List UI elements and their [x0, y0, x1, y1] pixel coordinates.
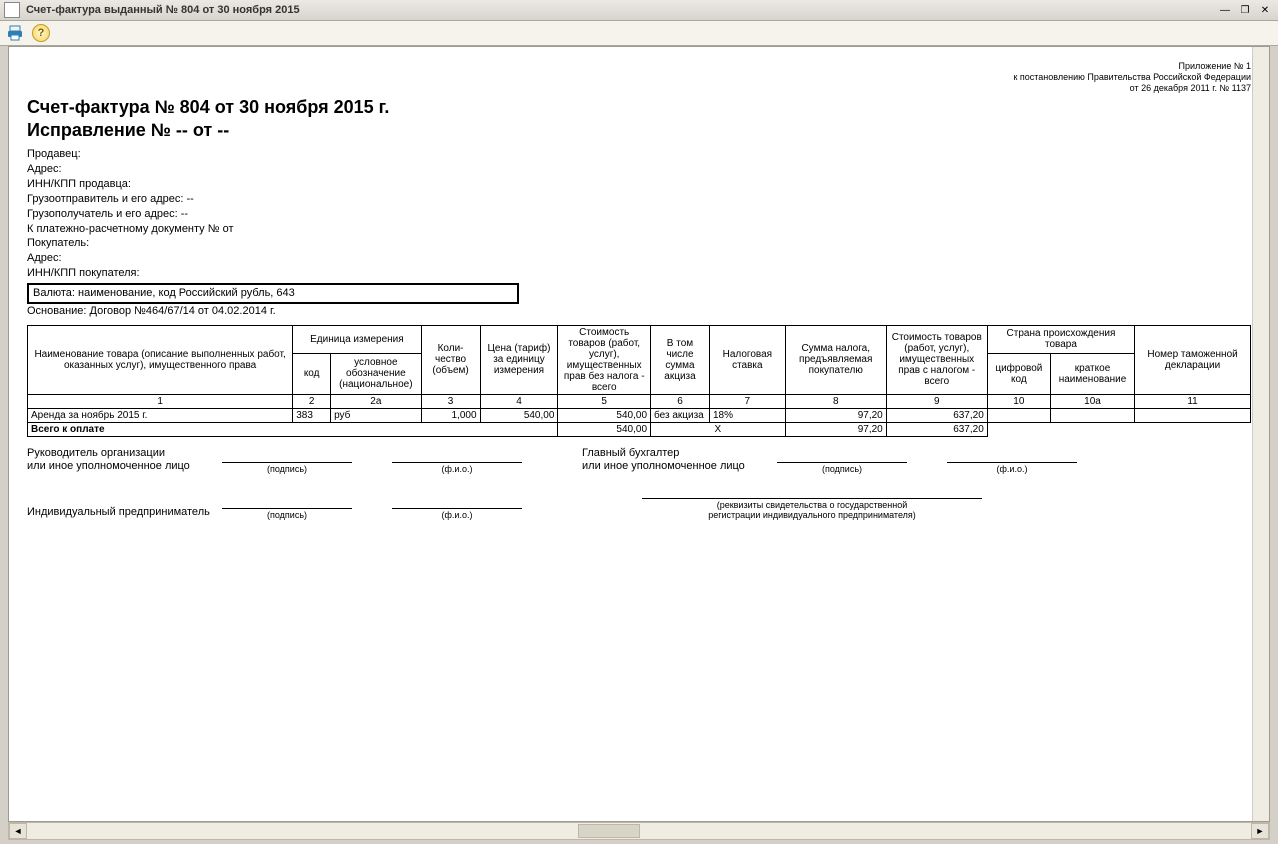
cell-tax-sum: 97,20 — [785, 408, 886, 422]
total-cost-with-tax: 637,20 — [886, 422, 987, 436]
acc-fio-line: (ф.и.о.) — [947, 462, 1077, 474]
entrepreneur-label: Индивидуальный предприниматель — [27, 506, 222, 520]
col-name: Наименование товара (описание выполненны… — [28, 325, 293, 394]
signatures-block: Руководитель организации или иное уполно… — [27, 447, 1251, 521]
ent-sig-line: (подпись) — [222, 508, 352, 520]
appendix-line2: к постановлению Правительства Российской… — [27, 72, 1251, 83]
total-label: Всего к оплате — [28, 422, 558, 436]
num-5: 5 — [558, 394, 651, 408]
cell-price: 540,00 — [480, 408, 558, 422]
cell-tax-rate: 18% — [709, 408, 785, 422]
cell-country-name — [1050, 408, 1134, 422]
consignee-line: Грузополучатель и его адрес: -- — [27, 207, 1251, 222]
document-correction: Исправление № -- от -- — [27, 120, 1251, 141]
col-cost-with-tax: Стоимость товаров (работ, услуг), имущес… — [886, 325, 987, 394]
num-2a: 2а — [331, 394, 422, 408]
head-fio-line: (ф.и.о.) — [392, 462, 522, 474]
col-country-name: краткое наименование — [1050, 353, 1134, 394]
num-1: 1 — [28, 394, 293, 408]
payment-doc-line: К платежно-расчетному документу № от — [27, 222, 1251, 237]
scroll-track[interactable] — [27, 823, 1251, 839]
seller-line: Продавец: — [27, 147, 1251, 162]
close-button[interactable]: ✕ — [1256, 3, 1274, 17]
col-qty: Коли- чество (объем) — [421, 325, 480, 394]
col-country-code: цифровой код — [987, 353, 1050, 394]
cell-excise: без акциза — [651, 408, 710, 422]
restore-button[interactable]: ❐ — [1236, 3, 1254, 17]
printer-icon — [7, 25, 23, 41]
total-excise-x: Х — [651, 422, 786, 436]
appendix-note: Приложение № 1 к постановлению Правитель… — [27, 61, 1251, 93]
buyer-line: Покупатель: — [27, 236, 1251, 251]
num-8: 8 — [785, 394, 886, 408]
cell-cost-no-tax: 540,00 — [558, 408, 651, 422]
scroll-right-button[interactable]: ► — [1251, 823, 1269, 839]
consignor-line: Грузоотправитель и его адрес: -- — [27, 192, 1251, 207]
total-row: Всего к оплате 540,00 Х 97,20 637,20 — [28, 422, 1251, 436]
currency-line: Валюта: наименование, код Российский руб… — [27, 283, 519, 304]
col-excise: В том числе сумма акциза — [651, 325, 710, 394]
col-unit: Единица измерения — [293, 325, 421, 353]
col-tax-rate: Налоговая ставка — [709, 325, 785, 394]
num-4: 4 — [480, 394, 558, 408]
num-2: 2 — [293, 394, 331, 408]
app-icon — [4, 2, 20, 18]
inn-seller-line: ИНН/КПП продавца: — [27, 177, 1251, 192]
window-titlebar: Счет-фактура выданный № 804 от 30 ноября… — [0, 0, 1278, 21]
document-viewer: Приложение № 1 к постановлению Правитель… — [8, 46, 1270, 822]
horizontal-scrollbar[interactable]: ◄ ► — [8, 822, 1270, 840]
appendix-line3: от 26 декабря 2011 г. № 1137 — [27, 83, 1251, 94]
cell-country-code — [987, 408, 1050, 422]
head-sig-line: (подпись) — [222, 462, 352, 474]
help-button[interactable]: ? — [32, 24, 50, 42]
appendix-line1: Приложение № 1 — [27, 61, 1251, 72]
print-button[interactable] — [6, 24, 24, 42]
num-3: 3 — [421, 394, 480, 408]
col-customs: Номер таможенной декларации — [1135, 325, 1251, 394]
buyer-address-line: Адрес: — [27, 251, 1251, 266]
document-title: Счет-фактура № 804 от 30 ноября 2015 г. — [27, 97, 1251, 118]
document-page: Приложение № 1 к постановлению Правитель… — [9, 47, 1269, 538]
vertical-scrollbar[interactable] — [1252, 47, 1269, 821]
scroll-left-button[interactable]: ◄ — [9, 823, 27, 839]
num-9: 9 — [886, 394, 987, 408]
minimize-button[interactable]: — — [1216, 3, 1234, 17]
cell-qty: 1,000 — [421, 408, 480, 422]
invoice-table: Наименование товара (описание выполненны… — [27, 325, 1251, 437]
address-line: Адрес: — [27, 162, 1251, 177]
cell-unit-sym: руб — [331, 408, 422, 422]
col-unit-sym: условное обозначение (национальное) — [331, 353, 422, 394]
window-title: Счет-фактура выданный № 804 от 30 ноября… — [26, 4, 300, 16]
num-11: 11 — [1135, 394, 1251, 408]
ent-fio-line: (ф.и.о.) — [392, 508, 522, 520]
col-country: Страна происхождения товара — [987, 325, 1134, 353]
cell-unit-code: 383 — [293, 408, 331, 422]
num-10: 10 — [987, 394, 1050, 408]
header-block: Продавец: Адрес: ИНН/КПП продавца: Грузо… — [27, 147, 1251, 318]
toolbar: ? — [0, 21, 1278, 46]
head-label: Руководитель организации или иное уполно… — [27, 447, 222, 475]
table-row: Аренда за ноябрь 2015 г. 383 руб 1,000 5… — [28, 408, 1251, 422]
col-unit-code: код — [293, 353, 331, 394]
col-price: Цена (тариф) за единицу измерения — [480, 325, 558, 394]
col-tax-sum: Сумма налога, предъявляемая покупателю — [785, 325, 886, 394]
total-tax-sum: 97,20 — [785, 422, 886, 436]
cell-name: Аренда за ноябрь 2015 г. — [28, 408, 293, 422]
num-10a: 10а — [1050, 394, 1134, 408]
acc-sig-line: (подпись) — [777, 462, 907, 474]
inn-buyer-line: ИНН/КПП покупателя: — [27, 266, 1251, 281]
num-7: 7 — [709, 394, 785, 408]
total-cost-no-tax: 540,00 — [558, 422, 651, 436]
cell-cost-with-tax: 637,20 — [886, 408, 987, 422]
ent-legal-line: (реквизиты свидетельства о государственн… — [642, 498, 982, 520]
accountant-label: Главный бухгалтер или иное уполномоченно… — [582, 447, 777, 475]
cell-customs — [1135, 408, 1251, 422]
scroll-thumb[interactable] — [578, 824, 640, 838]
col-cost-no-tax: Стоимость товаров (работ, услуг), имущес… — [558, 325, 651, 394]
num-6: 6 — [651, 394, 710, 408]
basis-line: Основание: Договор №464/67/14 от 04.02.2… — [27, 304, 1251, 319]
help-icon: ? — [32, 24, 50, 42]
